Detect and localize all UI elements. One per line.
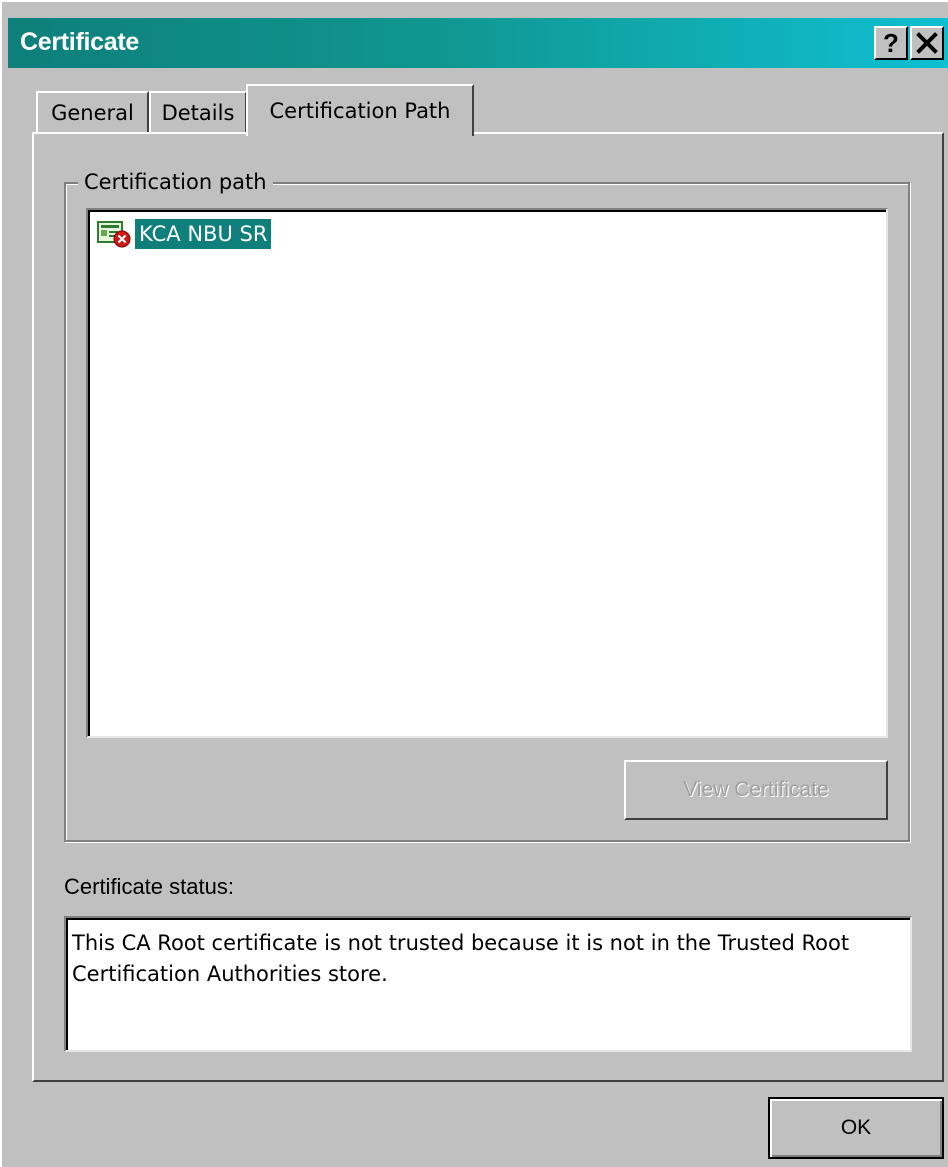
close-button[interactable] bbox=[910, 26, 944, 60]
view-certificate-button[interactable]: View Certificate bbox=[624, 760, 888, 820]
tab-general[interactable]: General bbox=[36, 91, 149, 133]
tree-item-kca-nbu-sr[interactable]: KCA NBU SR bbox=[96, 218, 272, 250]
close-icon bbox=[916, 32, 938, 54]
window-title: Certificate bbox=[20, 28, 139, 56]
title-bar[interactable]: Certificate ? bbox=[8, 18, 948, 68]
certification-path-tree[interactable]: KCA NBU SR bbox=[86, 208, 888, 738]
help-button[interactable]: ? bbox=[874, 26, 908, 60]
certificate-error-icon bbox=[97, 221, 131, 248]
certification-path-group-label: Certification path bbox=[78, 170, 273, 194]
certificate-status-label: Certificate status: bbox=[64, 874, 234, 899]
tab-certification-path[interactable]: Certification Path bbox=[246, 84, 474, 136]
ok-button[interactable]: OK bbox=[768, 1097, 944, 1159]
certificate-status-text: This CA Root certificate is not trusted … bbox=[64, 916, 912, 1052]
tree-item-label: KCA NBU SR bbox=[135, 219, 272, 249]
certificate-dialog: Certificate ? General Details Certificat… bbox=[0, 0, 948, 1167]
tab-details[interactable]: Details bbox=[149, 91, 247, 133]
